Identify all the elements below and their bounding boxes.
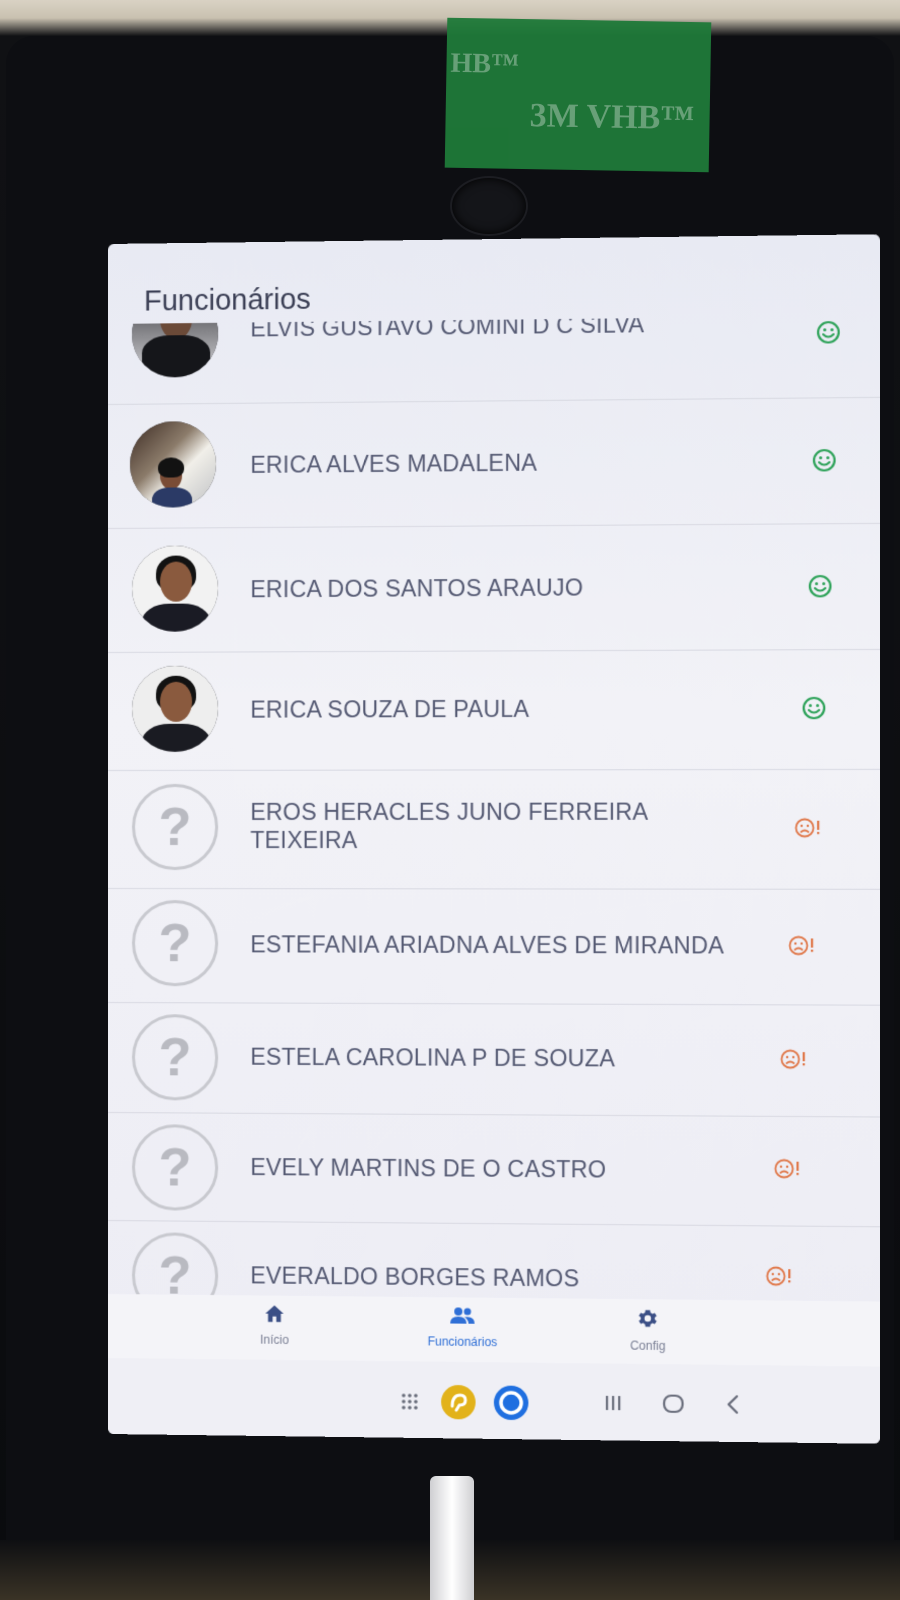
list-item[interactable]: ERICA ALVES MADALENA xyxy=(108,396,880,529)
photo-scene: HB™ 3M VHB™ Funcionários ELVIS GUSTAVO C… xyxy=(0,0,900,1600)
employee-list[interactable]: ELVIS GUSTAVO COMINI D C SILVA ERICA ALV… xyxy=(108,315,880,1332)
app-screen: Funcionários ELVIS GUSTAVO COMINI D C SI… xyxy=(108,234,880,1444)
employee-name-line2: TEIXEIRA xyxy=(250,826,358,854)
sad-alert-icon xyxy=(787,933,818,957)
system-navigation-bar xyxy=(108,1358,880,1444)
employee-photo xyxy=(129,421,217,508)
unknown-avatar: ? xyxy=(131,900,219,987)
unknown-avatar: ? xyxy=(131,783,219,871)
question-mark-icon: ? xyxy=(158,1137,192,1198)
apps-grid-icon[interactable] xyxy=(400,1391,420,1416)
camera-app-icon[interactable] xyxy=(493,1384,530,1426)
smile-icon xyxy=(812,448,837,473)
list-item[interactable]: ERICA DOS SANTOS ARAUJO xyxy=(108,522,880,653)
employee-name: EVERALDO BORGES RAMOS xyxy=(250,1262,580,1292)
tape-text-top: HB™ xyxy=(450,47,520,80)
employee-name: ERICA ALVES MADALENA xyxy=(250,449,538,478)
list-item[interactable]: ? ESTEFANIA ARIADNA ALVES DE MIRANDA xyxy=(108,888,880,1006)
question-mark-icon: ? xyxy=(158,1027,192,1088)
smile-icon xyxy=(816,320,841,345)
nav-item-inicio[interactable]: Início xyxy=(194,1303,355,1348)
unknown-avatar: ? xyxy=(131,1014,219,1101)
recents-icon[interactable] xyxy=(603,1394,623,1417)
mounting-tape: HB™ 3M VHB™ xyxy=(444,17,712,173)
sad-alert-icon xyxy=(779,1047,810,1071)
employee-name-line1: EROS HERACLES JUNO FERREIRA xyxy=(250,798,649,825)
list-item[interactable]: ? EROS HERACLES JUNO FERREIRA TEIXEIRA xyxy=(108,768,880,890)
list-item[interactable]: ? ESTELA CAROLINA P DE SOUZA xyxy=(108,1002,880,1118)
list-item[interactable]: ELVIS GUSTAVO COMINI D C SILVA xyxy=(108,315,880,405)
employee-name: ELVIS GUSTAVO COMINI D C SILVA xyxy=(250,315,645,342)
employee-name: ESTELA CAROLINA P DE SOUZA xyxy=(250,1043,616,1072)
employee-name: ERICA DOS SANTOS ARAUJO xyxy=(250,574,584,603)
front-camera xyxy=(452,178,526,234)
employee-photo xyxy=(131,545,219,632)
unknown-avatar: ? xyxy=(131,1124,219,1211)
question-mark-icon: ? xyxy=(158,796,192,858)
nav-item-funcionarios[interactable]: Funcionários xyxy=(381,1305,543,1350)
employee-name: ERICA SOUZA DE PAULA xyxy=(250,695,530,723)
page-title: Funcionários xyxy=(144,283,311,318)
list-item[interactable]: ? EVELY MARTINS DE O CASTRO xyxy=(108,1112,880,1228)
smile-icon xyxy=(802,696,827,720)
sad-alert-icon xyxy=(773,1156,804,1181)
sad-alert-icon xyxy=(793,816,824,840)
nav-label-inicio: Início xyxy=(260,1332,289,1347)
tape-text-bottom: 3M VHB™ xyxy=(529,97,695,138)
bottom-navigation: Início Funcionários Config xyxy=(108,1294,880,1367)
nav-label-funcionarios: Funcionários xyxy=(427,1334,498,1350)
nav-item-config[interactable]: Config xyxy=(566,1307,730,1354)
employee-photo xyxy=(131,315,219,378)
app-shortcut-icon[interactable] xyxy=(440,1384,477,1426)
question-mark-icon: ? xyxy=(158,913,192,974)
employee-name: EVELY MARTINS DE O CASTRO xyxy=(250,1153,607,1183)
employee-photo xyxy=(131,665,219,752)
home-circle-icon[interactable] xyxy=(662,1392,685,1420)
sad-alert-icon xyxy=(765,1264,796,1289)
employee-name: ESTEFANIA ARIADNA ALVES DE MIRANDA xyxy=(250,931,725,959)
list-item[interactable]: ERICA SOUZA DE PAULA xyxy=(108,648,880,771)
usb-cable xyxy=(430,1476,474,1600)
people-icon xyxy=(449,1307,475,1329)
nav-label-config: Config xyxy=(630,1338,666,1354)
gear-icon xyxy=(637,1310,659,1333)
back-icon[interactable] xyxy=(724,1393,742,1421)
smile-icon xyxy=(808,574,833,598)
home-icon xyxy=(263,1305,285,1328)
